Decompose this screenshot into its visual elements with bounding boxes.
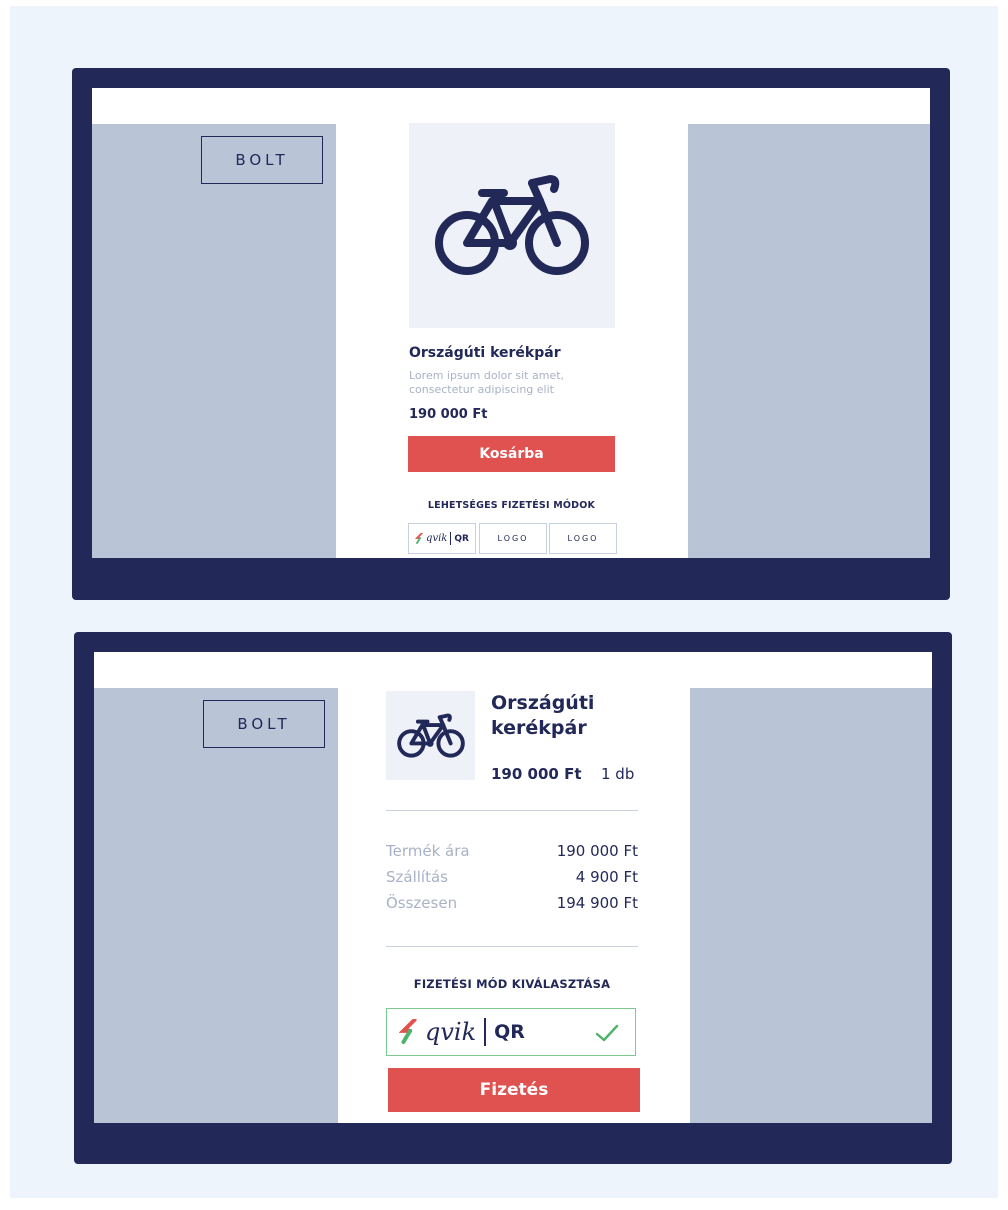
divider-bottom — [386, 946, 638, 947]
qvik-divider — [450, 532, 452, 545]
qvik-wordmark: qvik — [426, 533, 448, 544]
payment-select-caption: FIZETÉSI MÓD KIVÁLASZTÁSA — [413, 977, 611, 991]
bicycle-icon — [396, 713, 465, 758]
summary-value: 190 000 Ft — [556, 842, 638, 860]
cart-item-title-line1: Országúti — [491, 692, 595, 714]
payment-logo-qvik: qvik QR — [408, 523, 476, 554]
cart-item-price: 190 000 Ft — [491, 765, 582, 783]
check-icon — [595, 1024, 619, 1042]
product-description-line2: consectetur adipiscing elit — [409, 383, 554, 396]
shop-logo-button[interactable]: BOLT — [203, 700, 325, 748]
product-description-line1: Lorem ipsum dolor sit amet, — [409, 369, 565, 382]
summary-row-product-price: Termék ára 190 000 Ft — [386, 842, 638, 860]
qvik-qr-text: QR — [454, 533, 469, 544]
right-side-panel — [690, 688, 932, 1123]
shop-logo-button[interactable]: BOLT — [201, 136, 323, 184]
pay-button[interactable]: Fizetés — [388, 1068, 640, 1112]
payment-logo-placeholder-1: LOGO — [479, 523, 547, 554]
summary-label: Szállítás — [386, 868, 448, 886]
payment-methods-caption: LEHETSÉGES FIZETÉSI MÓDOK — [427, 500, 596, 511]
cart-item-quantity: 1 db — [601, 765, 635, 783]
summary-value: 194 900 Ft — [556, 894, 638, 912]
cart-item-title-line2: kerékpár — [491, 717, 587, 739]
product-title: Országúti kerékpár — [409, 345, 561, 361]
right-side-panel — [688, 124, 930, 558]
qvik-divider — [484, 1018, 487, 1046]
summary-row-total: Összesen 194 900 Ft — [386, 894, 638, 912]
payment-logo-placeholder-2: LOGO — [549, 523, 617, 554]
left-side-panel — [94, 688, 338, 1123]
qvik-qr-text: QR — [494, 1021, 525, 1043]
product-image[interactable] — [409, 123, 615, 328]
bicycle-icon — [435, 174, 589, 275]
summary-row-shipping: Szállítás 4 900 Ft — [386, 868, 638, 886]
qvik-logo-icon — [415, 533, 423, 544]
add-to-cart-button[interactable]: Kosárba — [408, 436, 615, 472]
product-page-screen: BOLT Országúti kerékpár Lorem ipsum dolo… — [92, 88, 930, 558]
payment-option-qvik-selected[interactable]: qvik QR — [386, 1008, 636, 1056]
summary-value: 4 900 Ft — [575, 868, 638, 886]
summary-label: Összesen — [386, 894, 458, 912]
cart-item-image — [386, 691, 475, 780]
qvik-logo-icon — [399, 1019, 417, 1044]
checkout-page-screen: BOLT Országúti kerékpár 190 000 Ft 1 db … — [94, 652, 932, 1123]
summary-label: Termék ára — [386, 842, 470, 860]
divider-top — [386, 810, 638, 811]
product-price: 190 000 Ft — [409, 407, 488, 422]
left-side-panel — [92, 124, 336, 558]
qvik-wordmark: qvik — [425, 1018, 477, 1046]
